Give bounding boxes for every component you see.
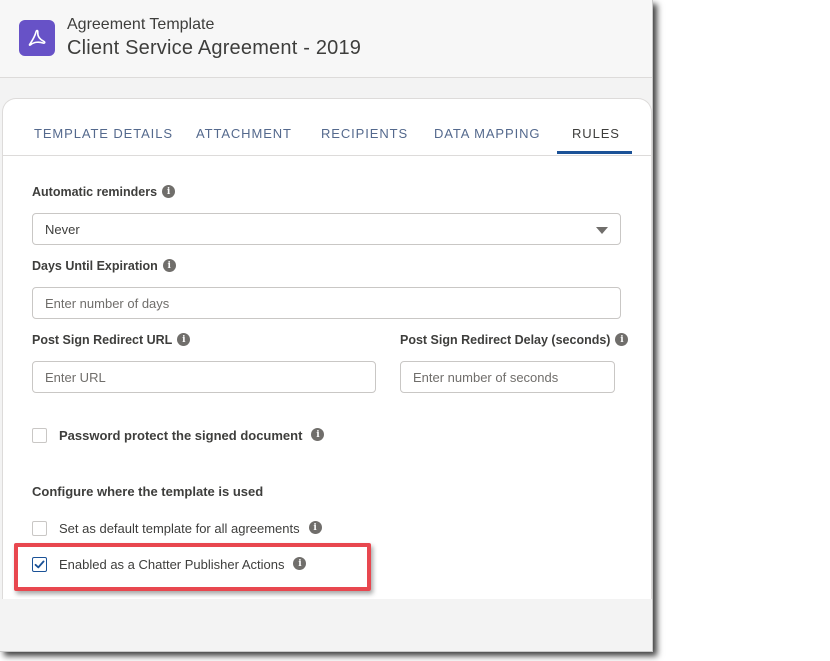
automatic-reminders-value: Never	[45, 221, 80, 237]
adobe-acrobat-icon	[19, 20, 55, 56]
active-tab-indicator	[557, 151, 632, 154]
post-sign-redirect-delay-label-text: Post Sign Redirect Delay (seconds)	[400, 333, 611, 347]
password-protect-label: Password protect the signed document	[59, 428, 303, 443]
configure-section-title: Configure where the template is used	[32, 484, 264, 499]
automatic-reminders-label-text: Automatic reminders	[32, 185, 158, 199]
tab-rules[interactable]: RULES	[572, 126, 620, 141]
post-sign-redirect-url-label: Post Sign Redirect URL i	[32, 333, 191, 347]
post-sign-redirect-url-input[interactable]	[32, 361, 376, 393]
info-icon[interactable]: i	[162, 185, 176, 199]
post-sign-redirect-url-label-text: Post Sign Redirect URL	[32, 333, 173, 347]
post-sign-redirect-delay-label: Post Sign Redirect Delay (seconds) i	[400, 333, 629, 347]
default-template-checkbox[interactable]	[32, 521, 47, 536]
tab-data-mapping[interactable]: DATA MAPPING	[434, 126, 540, 141]
automatic-reminders-select[interactable]: Never	[32, 213, 621, 245]
password-protect-checkbox[interactable]	[32, 428, 47, 443]
tab-template-details[interactable]: TEMPLATE DETAILS	[34, 126, 173, 141]
chevron-down-icon	[596, 227, 608, 234]
days-until-expiration-label: Days Until Expiration i	[32, 259, 176, 273]
info-icon[interactable]: i	[162, 259, 176, 273]
page-title: Client Service Agreement - 2019	[67, 37, 362, 59]
default-template-label: Set as default template for all agreemen…	[59, 521, 300, 536]
app-window: Agreement Template Client Service Agreem…	[0, 0, 653, 652]
highlight-box	[14, 543, 371, 591]
info-icon[interactable]: i	[311, 428, 325, 441]
days-until-expiration-label-text: Days Until Expiration	[32, 259, 158, 273]
tab-bar: TEMPLATE DETAILS ATTACHMENT RECIPIENTS D…	[3, 99, 651, 156]
password-protect-row: Password protect the signed document i	[32, 428, 325, 443]
info-icon[interactable]: i	[308, 521, 322, 534]
automatic-reminders-label: Automatic reminders i	[32, 185, 176, 199]
info-icon[interactable]: i	[177, 333, 191, 347]
tab-recipients[interactable]: RECIPIENTS	[321, 126, 408, 141]
page-header: Agreement Template Client Service Agreem…	[0, 0, 652, 78]
page-subtitle: Agreement Template	[67, 16, 215, 33]
default-template-row: Set as default template for all agreemen…	[32, 521, 322, 536]
tab-attachment[interactable]: ATTACHMENT	[196, 126, 292, 141]
post-sign-redirect-delay-input[interactable]	[400, 361, 615, 393]
days-until-expiration-input[interactable]	[32, 287, 621, 319]
info-icon[interactable]: i	[615, 333, 629, 347]
